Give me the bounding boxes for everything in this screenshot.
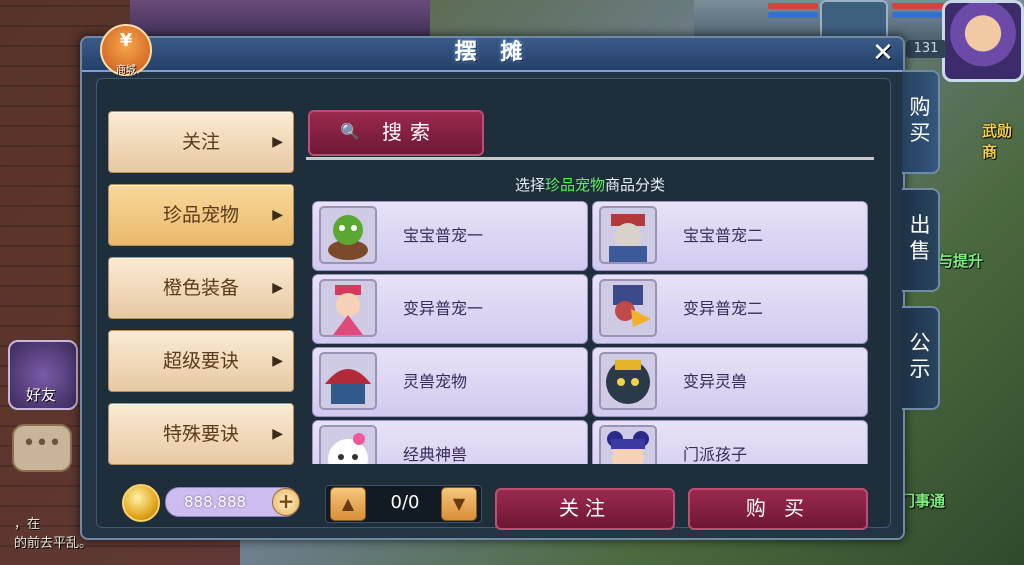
close-button[interactable]: ✕	[869, 40, 897, 68]
hint-highlight: 珍品宠物	[544, 176, 605, 194]
player-hp-bars	[892, 0, 948, 21]
category-orange-gear[interactable]: 橙色装备 ▶	[108, 257, 294, 319]
tab-label-line: 购	[909, 95, 931, 119]
bg-text-upgrade: 与提升	[938, 252, 984, 270]
page-down-button[interactable]: ▼	[441, 487, 477, 521]
player-level: 131	[906, 40, 946, 58]
player-avatar[interactable]	[942, 0, 1024, 82]
armored-warrior-pet-icon	[599, 206, 657, 264]
pet-category-card[interactable]: 宝宝普宠二	[592, 201, 868, 271]
tab-buy[interactable]: 购 买	[902, 70, 940, 174]
category-super-skill-books[interactable]: 超级要诀 ▶	[108, 330, 294, 392]
category-label: 超级要诀	[162, 350, 239, 372]
bg-text-merit-shop: 武勋商	[982, 122, 1013, 161]
pet-category-card[interactable]: 变异普宠二	[592, 274, 868, 344]
category-rare-pets[interactable]: 珍品宠物 ▶	[108, 184, 294, 246]
pet-category-card[interactable]: 变异普宠一	[312, 274, 588, 344]
category-label: 特殊要诀	[162, 423, 239, 445]
follow-button[interactable]: 关注	[495, 488, 675, 530]
pet-category-name: 变异普宠二	[683, 299, 764, 318]
dialog-title-bar: 摆 摊 ✕	[82, 38, 903, 72]
pet-category-card[interactable]: 灵兽宠物	[312, 347, 588, 417]
friend-label: 好友	[26, 386, 57, 404]
category-label: 关注	[181, 131, 220, 153]
shop-label: 商城	[116, 65, 136, 76]
page-indicator: 0/0	[390, 492, 420, 513]
party-member-hp-bars	[768, 0, 818, 21]
tab-label-line: 公	[909, 331, 931, 355]
arrow-right-icon: ▶	[272, 426, 283, 442]
buy-button[interactable]: 购 买	[688, 488, 868, 530]
divider	[306, 157, 874, 160]
arrow-right-icon: ▶	[272, 353, 283, 369]
tab-label-line: 出	[909, 213, 931, 237]
pet-category-name: 变异灵兽	[683, 372, 748, 391]
arrow-right-icon: ▶	[272, 134, 283, 150]
green-turtle-pet-icon	[319, 206, 377, 264]
pet-category-name: 灵兽宠物	[403, 372, 468, 391]
pet-category-card[interactable]: 门派孩子	[592, 420, 868, 464]
chat-line: ，在	[14, 517, 41, 532]
white-spirit-pet-icon	[319, 425, 377, 464]
category-label: 珍品宠物	[162, 204, 239, 226]
demon-mask-pet-icon	[599, 352, 657, 410]
background-roof	[130, 0, 430, 40]
pet-category-name: 宝宝普宠二	[683, 226, 764, 245]
add-currency-button[interactable]: +	[272, 488, 300, 516]
pet-category-grid[interactable]: 宝宝普宠一 宝宝普宠二 变异普宠一 变异普宠二 灵兽宠物 变异灵兽 经典神兽 门…	[312, 201, 868, 464]
gold-coin-icon	[122, 484, 160, 522]
tab-public-notice[interactable]: 公 示	[902, 306, 940, 410]
tab-label-line: 买	[909, 121, 931, 145]
page-up-button[interactable]: ▲	[330, 487, 366, 521]
princess-pet-icon	[319, 279, 377, 337]
arrow-right-icon: ▶	[272, 207, 283, 223]
category-special-skill-books[interactable]: 特殊要诀 ▶	[108, 403, 294, 465]
arrow-right-icon: ▶	[272, 280, 283, 296]
hint-suffix: 商品分类	[605, 176, 666, 194]
category-follow[interactable]: 关注 ▶	[108, 111, 294, 173]
currency-amount: 888,888	[184, 493, 247, 511]
search-label: 搜索	[382, 120, 438, 144]
magnifier-icon: 🔍	[340, 122, 360, 141]
pet-category-name: 变异普宠一	[403, 299, 484, 318]
masked-bird-pet-icon	[599, 279, 657, 337]
shop-button[interactable]: ¥ 商城	[100, 24, 152, 76]
tab-label-line: 售	[909, 239, 931, 263]
chat-icon[interactable]: •••	[12, 424, 72, 472]
category-label: 橙色装备	[162, 277, 239, 299]
dialog-title: 摆 摊	[454, 40, 531, 65]
hint-prefix: 选择	[514, 176, 545, 194]
tab-label-line: 示	[909, 357, 931, 381]
category-hint: 选择珍品宠物商品分类	[306, 174, 874, 195]
bg-text-sect-news: 门事通	[900, 492, 946, 510]
fan-beast-pet-icon	[319, 352, 377, 410]
pet-category-card[interactable]: 变异灵兽	[592, 347, 868, 417]
pet-category-card[interactable]: 经典神兽	[312, 420, 588, 464]
money-bag-icon: ¥	[119, 30, 133, 51]
tab-sell[interactable]: 出 售	[902, 188, 940, 292]
pet-category-name: 门派孩子	[683, 445, 748, 464]
pet-category-name: 经典神兽	[403, 445, 468, 464]
pet-category-name: 宝宝普宠一	[403, 226, 484, 245]
search-button[interactable]: 🔍 搜索	[308, 110, 484, 156]
pet-category-card[interactable]: 宝宝普宠一	[312, 201, 588, 271]
sect-child-pet-icon	[599, 425, 657, 464]
